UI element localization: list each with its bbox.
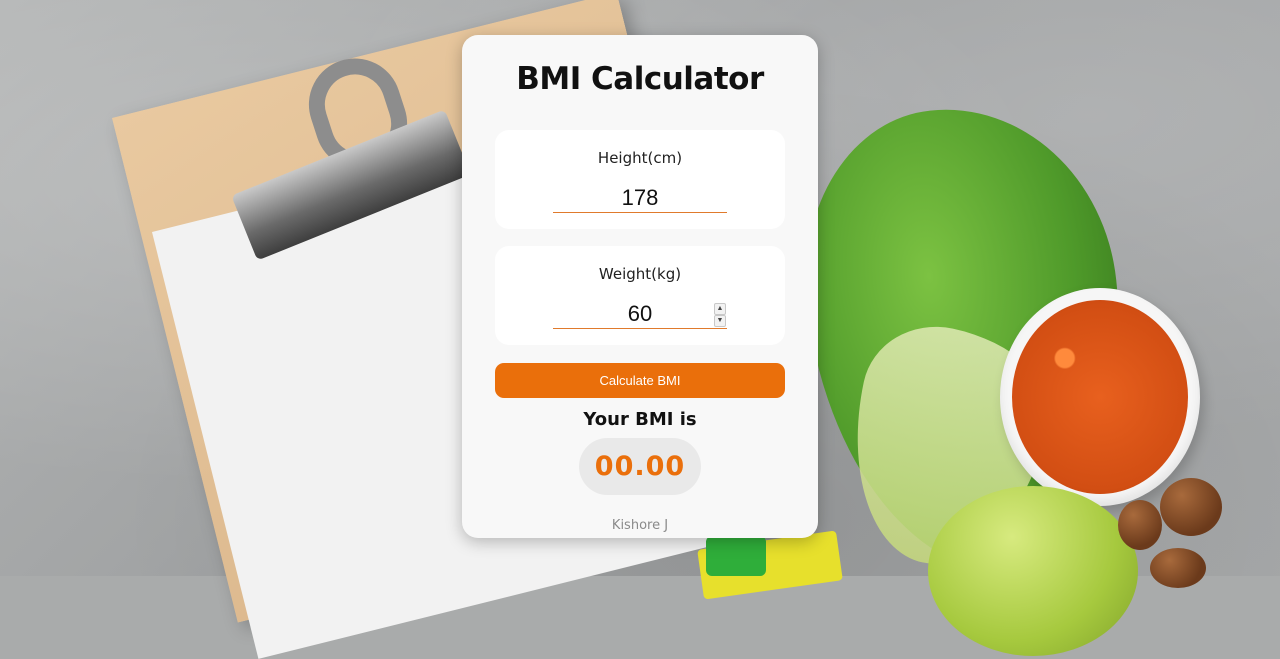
hazelnut [1118, 500, 1162, 550]
apple [928, 486, 1138, 656]
bmi-calculator-card: BMI Calculator Height(cm) Weight(kg) ▲ ▼… [462, 35, 818, 538]
author-credit: Kishore J [611, 518, 669, 533]
bmi-result-value: 00.00 [594, 451, 686, 482]
height-input[interactable] [553, 184, 727, 213]
result-label: Your BMI is [583, 409, 697, 430]
caret-up-icon[interactable]: ▲ [714, 303, 726, 315]
measuring-tape-case [706, 536, 766, 576]
weight-field-group: Weight(kg) ▲ ▼ [495, 246, 785, 345]
height-label: Height(cm) [597, 149, 683, 167]
hazelnut [1160, 478, 1222, 536]
bmi-result-badge: 00.00 [579, 438, 701, 495]
height-field-group: Height(cm) [495, 130, 785, 229]
calculate-bmi-button[interactable]: Calculate BMI [495, 363, 785, 398]
hazelnut [1150, 548, 1206, 588]
lentils [1012, 300, 1188, 494]
weight-input[interactable] [553, 300, 727, 329]
weight-spinner[interactable]: ▲ ▼ [714, 303, 726, 327]
caret-down-icon[interactable]: ▼ [714, 315, 726, 327]
page-title: BMI Calculator [516, 61, 764, 97]
weight-label: Weight(kg) [598, 265, 682, 283]
